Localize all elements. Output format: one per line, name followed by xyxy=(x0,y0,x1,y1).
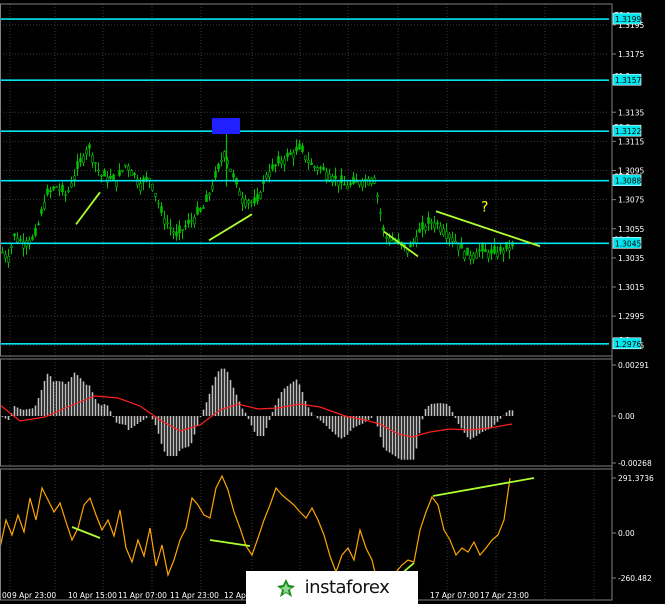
price-level-box: 1.3045 xyxy=(612,237,641,249)
axis-tick-label: 1.3135 xyxy=(618,108,644,117)
axis-tick-label: 1.3015 xyxy=(618,283,644,292)
instaforex-logo-icon xyxy=(275,577,297,599)
axis-tick-label: 1.3055 xyxy=(618,225,644,234)
price-level-box: 1.3122 xyxy=(612,124,641,137)
question-annotation: ? xyxy=(481,199,488,215)
svg-text:1.3157: 1.3157 xyxy=(615,76,641,85)
axis-tick-label: 1.2995 xyxy=(618,312,644,321)
axis-tick-label: 1.3095 xyxy=(618,167,644,176)
highlight-box xyxy=(212,118,240,135)
watermark-text: instaforex xyxy=(304,577,390,598)
candle xyxy=(466,247,469,256)
axis-tick-label: 1.3035 xyxy=(618,254,644,263)
time-axis-label: 17 Apr 23:00 xyxy=(480,591,529,600)
price-level-box: 1.3157 xyxy=(612,73,641,86)
svg-text:1.3199: 1.3199 xyxy=(615,15,641,24)
axis-tick-label: -260.482 xyxy=(618,574,652,583)
time-axis-label: 17 Apr 07:00 xyxy=(430,591,479,600)
axis-tick-label: 1.3175 xyxy=(618,50,644,59)
axis-tick-label: 0.00 xyxy=(618,529,635,538)
time-axis-label: 11 Apr 07:00 xyxy=(118,591,167,600)
svg-text:1.3088: 1.3088 xyxy=(615,177,641,186)
time-axis-label: 9 Apr 23:00 xyxy=(12,591,56,600)
svg-text:1.3122: 1.3122 xyxy=(615,127,641,136)
axis-tick-label: 0.00 xyxy=(618,412,635,421)
svg-text:1.2976: 1.2976 xyxy=(615,340,641,349)
axis-tick-label: 1.3115 xyxy=(618,137,644,146)
candle xyxy=(229,168,232,173)
price-level-box: 1.3199 xyxy=(612,12,641,25)
axis-tick-label: 1.3075 xyxy=(618,196,644,205)
trading-chart[interactable]: 76.461.850.038.223.60.0? 1.31951.31751.3… xyxy=(0,0,665,604)
svg-text:1.3045: 1.3045 xyxy=(615,239,641,248)
axis-tick-label: 0.00291 xyxy=(618,361,649,370)
time-axis-label: 10 Apr 15:00 xyxy=(68,591,117,600)
time-axis-label: 11 Apr 23:00 xyxy=(170,591,219,600)
axis-tick-label: 291.3736 xyxy=(618,474,654,483)
price-level-box: 1.3088 xyxy=(612,174,641,186)
time-axis-label: 00 xyxy=(2,591,12,600)
price-level-box: 1.2976 xyxy=(612,337,641,350)
axis-tick-label: -0.00268 xyxy=(618,459,652,468)
instaforex-watermark: instaforex xyxy=(246,571,418,604)
